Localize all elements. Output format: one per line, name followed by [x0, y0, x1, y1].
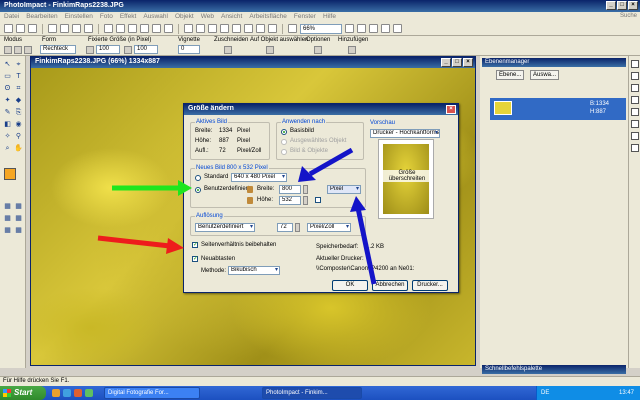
- search-label[interactable]: Suche: [620, 13, 637, 19]
- panel-toggle-6-icon[interactable]: [631, 120, 639, 128]
- blue-arrow-1: [298, 147, 354, 182]
- panel-toggle-7-icon[interactable]: [631, 132, 639, 140]
- panel-toggle-1-icon[interactable]: [631, 60, 639, 68]
- quicklaunch-2-icon[interactable]: [63, 389, 71, 397]
- right-panel: Ebenenmanager Ebene... Auswa... B:1334 H…: [480, 56, 640, 374]
- layer-height: H:887: [590, 109, 607, 115]
- clock: 13:47: [619, 390, 635, 396]
- start-button[interactable]: Start: [0, 386, 46, 400]
- taskbar-item-photoimpact[interactable]: PhotoImpact - Finkim...: [262, 387, 362, 399]
- taskbar-item-digital-fotografie[interactable]: Digital Fotografie For...: [104, 387, 200, 399]
- red-arrow: [97, 235, 184, 254]
- blue-arrow-2: [350, 196, 377, 285]
- panel-toggle-3-icon[interactable]: [631, 84, 639, 92]
- layer-manager-header: Ebenenmanager: [482, 58, 626, 67]
- system-tray: DE 13:47: [536, 386, 640, 400]
- status-bar: Für Hilfe drücken Sie F1.: [0, 376, 640, 386]
- taskbar: Start Digital Fotografie For... PhotoImp…: [0, 386, 640, 400]
- panel-toggle-4-icon[interactable]: [631, 96, 639, 104]
- green-arrow: [112, 180, 192, 196]
- quicklaunch-1-icon[interactable]: [52, 389, 60, 397]
- layer-row[interactable]: B:1334 H:887: [490, 98, 626, 120]
- start-label: Start: [14, 388, 33, 397]
- layer-thumbnail: [494, 101, 512, 115]
- status-text: Für Hilfe drücken Sie F1.: [3, 378, 70, 384]
- layer-width: B:1334: [590, 101, 610, 107]
- panel-toggle-8-icon[interactable]: [631, 144, 639, 152]
- quick-command-header: Schnellbefehlspalette: [482, 365, 626, 374]
- quicklaunch-4-icon[interactable]: [85, 389, 93, 397]
- side-strip: [628, 56, 640, 368]
- layer-button[interactable]: Ebene...: [496, 70, 525, 80]
- windows-logo-icon: [3, 389, 11, 397]
- quicklaunch-3-icon[interactable]: [74, 389, 82, 397]
- panel-toggle-5-icon[interactable]: [631, 108, 639, 116]
- selection-button[interactable]: Auswa...: [530, 70, 560, 80]
- panel-toggle-2-icon[interactable]: [631, 72, 639, 80]
- language-indicator[interactable]: DE: [541, 390, 549, 396]
